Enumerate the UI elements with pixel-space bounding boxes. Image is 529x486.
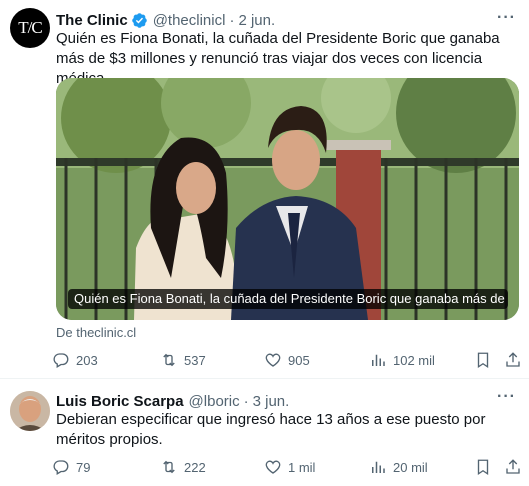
retweet-count: 222 [184, 459, 206, 475]
reply-icon [53, 353, 69, 368]
tweet[interactable]: T/C The Clinic @theclinicl · 2 jun. ··· … [0, 0, 529, 378]
separator-dot: · [229, 11, 235, 29]
author-name[interactable]: The Clinic [56, 12, 128, 29]
card-source-link[interactable]: De theclinic.cl [56, 325, 136, 340]
views-count: 102 mil [393, 352, 435, 368]
reply-count: 203 [76, 352, 98, 368]
share-button[interactable] [504, 351, 522, 369]
tweet-header: The Clinic @theclinicl · 2 jun. [56, 10, 275, 30]
views-count: 20 mil [393, 459, 428, 475]
tweet-date[interactable]: 2 jun. [238, 12, 275, 29]
like-button[interactable]: 1 mil [264, 458, 315, 476]
tweet-date[interactable]: 3 jun. [253, 393, 290, 410]
bookmark-button[interactable] [474, 351, 492, 369]
share-icon [506, 459, 520, 474]
card-photo [56, 78, 519, 320]
more-icon[interactable]: ··· [497, 10, 516, 26]
retweet-icon [163, 460, 175, 474]
avatar[interactable]: T/C [10, 8, 50, 48]
avatar-photo [10, 391, 50, 431]
heart-icon [265, 460, 281, 474]
avatar-logo-text: T/C [18, 18, 42, 37]
author-name[interactable]: Luis Boric Scarpa [56, 393, 184, 410]
like-count: 1 mil [288, 459, 316, 475]
more-icon[interactable]: ··· [497, 389, 516, 405]
card-caption: Quién es Fiona Bonati, la cuñada del Pre… [68, 289, 508, 309]
tweet-text: Debieran especificar que ingresó hace 13… [56, 411, 486, 448]
reply-button[interactable]: 203 [52, 351, 98, 369]
action-bar: 79 222 1 mil 20 mil [52, 457, 521, 477]
tweet-header: Luis Boric Scarpa @lboric · 3 jun. [56, 391, 289, 411]
views-icon [372, 461, 385, 473]
bookmark-icon [477, 459, 489, 476]
bookmark-icon [477, 352, 489, 369]
share-button[interactable] [504, 458, 522, 476]
retweet-button[interactable]: 537 [160, 351, 206, 369]
separator-dot: · [243, 392, 249, 410]
retweet-count: 537 [184, 352, 206, 368]
views-button[interactable]: 20 mil [369, 458, 428, 476]
bookmark-button[interactable] [474, 458, 492, 476]
link-card[interactable]: Quién es Fiona Bonati, la cuñada del Pre… [56, 78, 519, 320]
share-icon [506, 352, 520, 367]
like-button[interactable]: 905 [264, 351, 310, 369]
author-handle[interactable]: @lboric [189, 393, 240, 410]
views-icon [372, 354, 385, 366]
retweet-icon [163, 353, 175, 367]
avatar[interactable] [10, 391, 50, 431]
reply-count: 79 [76, 459, 91, 475]
heart-icon [265, 353, 281, 367]
like-count: 905 [288, 352, 310, 368]
views-button[interactable]: 102 mil [369, 351, 435, 369]
retweet-button[interactable]: 222 [160, 458, 206, 476]
action-bar: 203 537 905 102 mil [52, 350, 521, 370]
tweet[interactable]: Luis Boric Scarpa @lboric · 3 jun. ··· D… [0, 378, 529, 486]
verified-badge-icon [131, 12, 147, 28]
reply-icon [53, 460, 69, 475]
author-handle[interactable]: @theclinicl [153, 12, 226, 29]
reply-button[interactable]: 79 [52, 458, 90, 476]
